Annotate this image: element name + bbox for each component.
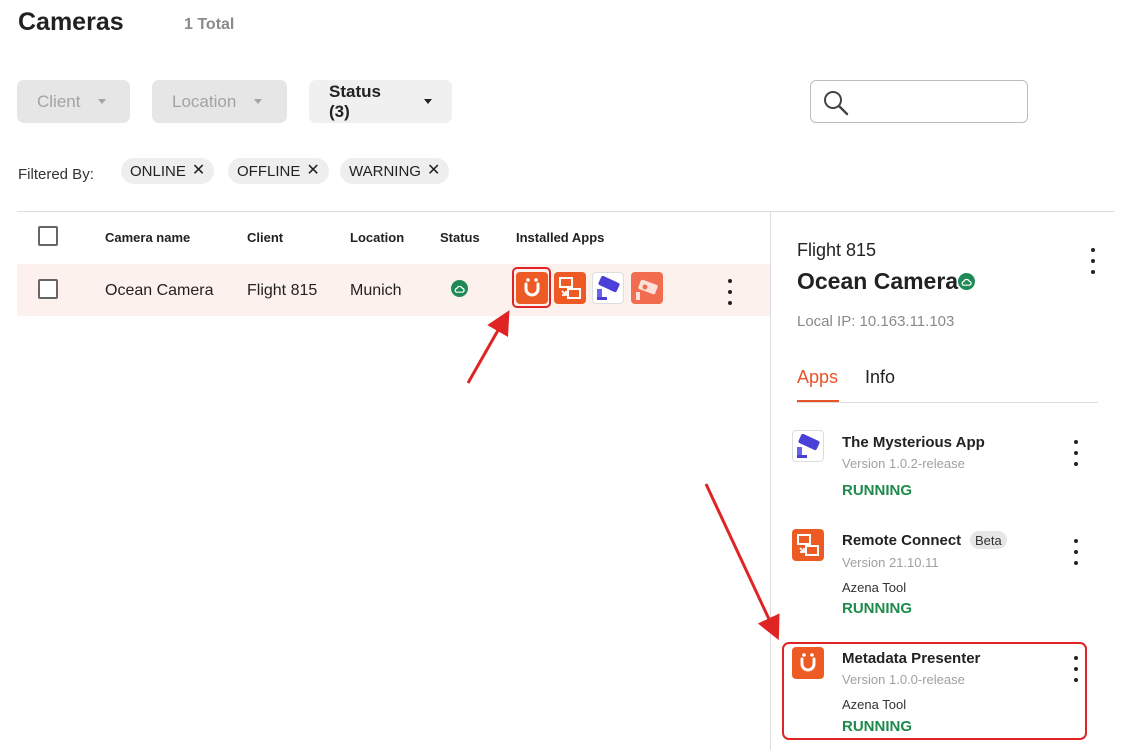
arrow-to-metadata-presenter — [704, 483, 780, 641]
annotation-arrows — [466, 310, 780, 641]
arrow-to-installed-app — [466, 310, 510, 384]
